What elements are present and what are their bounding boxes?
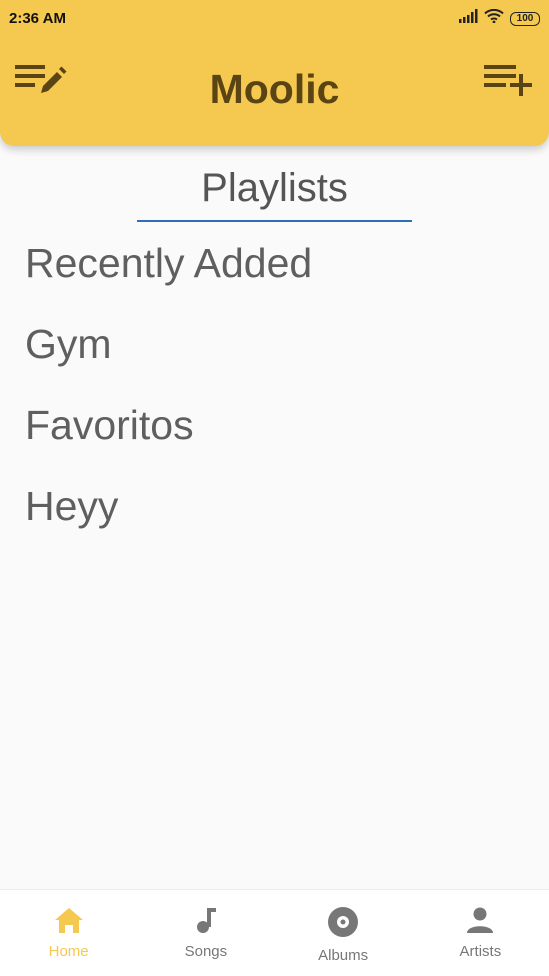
nav-label-home: Home bbox=[48, 943, 89, 960]
playlist-item[interactable]: Recently Added bbox=[0, 232, 549, 313]
signal-icon bbox=[458, 9, 478, 28]
nav-item-artists[interactable]: Artists bbox=[412, 890, 549, 976]
add-playlist-button[interactable] bbox=[481, 58, 537, 104]
nav-label-artists: Artists bbox=[459, 943, 502, 960]
playlist-add-icon bbox=[482, 59, 536, 104]
wifi-icon bbox=[484, 8, 504, 28]
album-icon bbox=[327, 906, 359, 943]
app-bar: 2:36 AM 100 Moolic bbox=[0, 0, 549, 146]
section-title: Playlists bbox=[201, 166, 348, 210]
nav-item-albums[interactable]: Albums bbox=[275, 890, 412, 976]
home-icon bbox=[53, 906, 85, 939]
battery-icon: 100 bbox=[510, 11, 540, 26]
nav-item-home[interactable]: Home bbox=[0, 890, 137, 976]
nav-item-songs[interactable]: Songs bbox=[137, 890, 274, 976]
status-icons: 100 bbox=[458, 8, 540, 28]
playlist-item[interactable]: Gym bbox=[0, 313, 549, 394]
status-time: 2:36 AM bbox=[9, 10, 66, 27]
music-note-icon bbox=[190, 906, 222, 939]
playlist-list: Recently Added Gym Favoritos Heyy bbox=[0, 232, 549, 556]
bottom-nav: Home Songs Albums Artists bbox=[0, 889, 549, 976]
nav-label-songs: Songs bbox=[184, 943, 228, 960]
person-icon bbox=[464, 906, 496, 939]
section-underline bbox=[137, 220, 412, 222]
app-title: Moolic bbox=[209, 66, 340, 112]
playlist-item[interactable]: Heyy bbox=[0, 475, 549, 556]
playlist-item[interactable]: Favoritos bbox=[0, 394, 549, 475]
status-bar: 2:36 AM 100 bbox=[0, 0, 549, 36]
nav-label-albums: Albums bbox=[318, 947, 369, 964]
